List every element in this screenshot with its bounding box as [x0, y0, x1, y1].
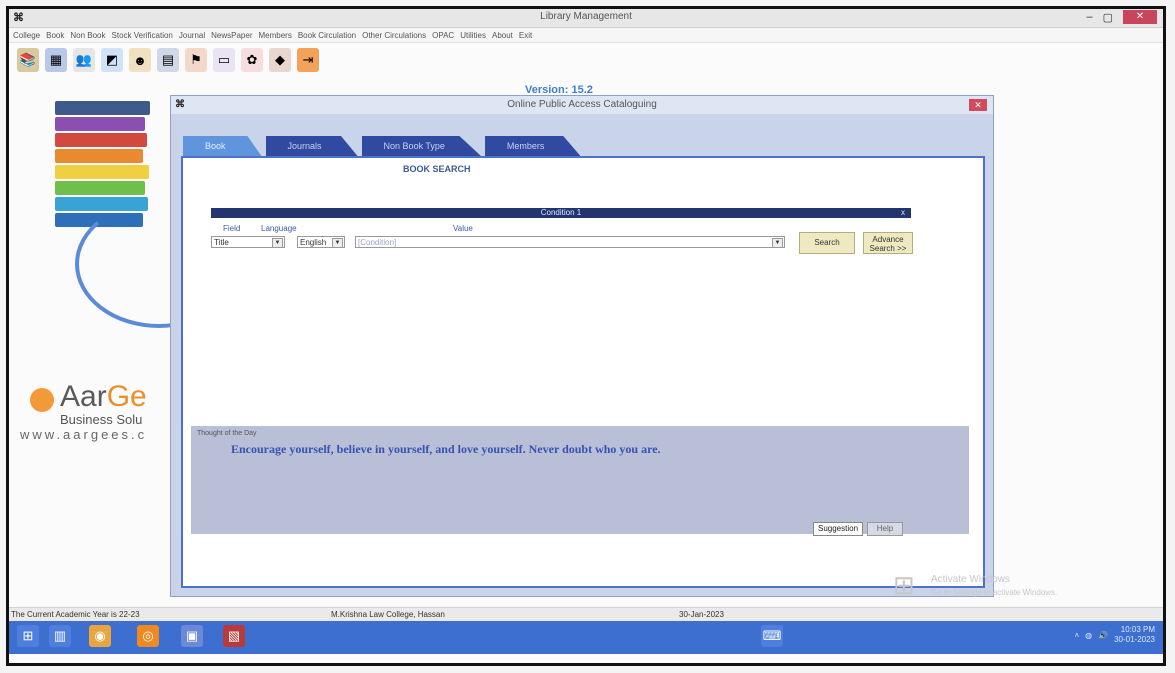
book-search-panel: BOOK SEARCH Condition 1 x Field Language…	[181, 156, 985, 588]
menu-book[interactable]: Book	[46, 31, 64, 40]
suggestion-button[interactable]: Suggestion	[813, 522, 863, 536]
chevron-down-icon[interactable]: ▼	[332, 238, 343, 248]
status-date: 30-Jan-2023	[679, 610, 724, 619]
thought-of-the-day: Thought of the Day Encourage yourself, b…	[191, 426, 969, 536]
journal-icon[interactable]: ◆	[269, 48, 291, 72]
dialog-title: Online Public Access Cataloguing	[507, 99, 657, 110]
dialog-title-bar: ⌘ Online Public Access Cataloguing ✕	[171, 96, 993, 114]
flag-icon[interactable]: ⚑	[185, 48, 207, 72]
condition-label: Condition 1	[540, 208, 582, 217]
tray-date[interactable]: 30-01-2023	[1114, 635, 1155, 645]
help-button[interactable]: Help	[867, 522, 903, 536]
menu-exit[interactable]: Exit	[519, 31, 532, 40]
chart-icon[interactable]: ◩	[101, 48, 123, 72]
value-label: Value	[453, 224, 473, 233]
menu-other-circulations[interactable]: Other Circulations	[362, 31, 426, 40]
user-icon[interactable]: ☻	[129, 48, 151, 72]
tab-members[interactable]: Members	[484, 136, 581, 156]
book-icon[interactable]: 📚	[17, 48, 39, 72]
dialog-app-icon: ⌘	[175, 99, 185, 110]
chevron-down-icon[interactable]: ▼	[272, 238, 283, 248]
menu-opac[interactable]: OPAC	[432, 31, 454, 40]
condition-close-button[interactable]: x	[901, 208, 905, 218]
system-tray: ˄ ◍ 🔊 10:03 PM 30-01-2023	[1074, 625, 1155, 645]
start-button-icon[interactable]: ⊞	[17, 625, 39, 647]
toolbar: 📚 ▦ 👥 ◩ ☻ ▤ ⚑ ▭ ✿ ◆ ⇥	[9, 43, 1163, 77]
tab-journals[interactable]: Journals	[265, 136, 358, 156]
taskbar: ⊞ ▥ ◉ ◎ ▣ ▧ ⌨ ˄ ◍ 🔊 10:03 PM 30-01-2023	[9, 621, 1163, 654]
chrome-icon[interactable]: ◉	[89, 625, 111, 647]
company-logo: AarGe Business Solu www.aargees.c	[20, 380, 147, 442]
search-button[interactable]: Search	[799, 232, 855, 254]
network-icon[interactable]: ◍	[1085, 631, 1092, 640]
menu-stock-verification[interactable]: Stock Verification	[112, 31, 173, 40]
field-select[interactable]: Title ▼	[211, 236, 285, 248]
report-icon[interactable]: ▤	[157, 48, 179, 72]
field-label: Field	[223, 224, 241, 233]
field-select-value: Title	[214, 238, 229, 247]
tab-strip: Book Journals Non Book Type Members	[183, 136, 584, 156]
calendar-icon[interactable]: ▦	[45, 48, 67, 72]
logo-dot	[30, 388, 54, 412]
opac-dialog: ⌘ Online Public Access Cataloguing ✕ Boo…	[170, 95, 994, 597]
tray-time[interactable]: 10:03 PM	[1114, 625, 1155, 635]
language-select-value: English	[300, 238, 327, 247]
value-input[interactable]: [Condition] ▼	[355, 236, 785, 248]
status-college: M.Krishna Law College, Hassan	[331, 610, 445, 619]
menu-college[interactable]: College	[13, 31, 40, 40]
windows-logo-icon: ⊞	[893, 570, 915, 600]
exit-icon[interactable]: ⇥	[297, 48, 319, 72]
language-select[interactable]: English ▼	[297, 236, 345, 248]
watermark-line2: Go to Settings to activate Windows.	[931, 588, 1058, 597]
value-placeholder: [Condition]	[358, 238, 397, 247]
status-academic-year: The Current Academic Year is 22-23	[11, 610, 140, 619]
menu-newspaper[interactable]: NewsPaper	[211, 31, 252, 40]
app-taskbar-icon[interactable]: ▥	[49, 625, 71, 647]
status-bar: The Current Academic Year is 22-23 M.Kri…	[9, 607, 1163, 622]
minimize-button[interactable]: –	[1086, 11, 1092, 23]
thought-text: Encourage yourself, believe in yourself,…	[231, 442, 661, 456]
gift-icon[interactable]: ✿	[241, 48, 263, 72]
menu-bar: College Book Non Book Stock Verification…	[9, 28, 1163, 43]
tab-non-book-type[interactable]: Non Book Type	[361, 136, 481, 156]
window-title: Library Management	[540, 11, 632, 22]
volume-icon[interactable]: 🔊	[1098, 631, 1108, 640]
logo-url: www.aargees.c	[20, 427, 148, 442]
menu-members[interactable]: Members	[259, 31, 292, 40]
pdf-icon[interactable]: ▧	[223, 625, 245, 647]
advance-search-button[interactable]: Advance Search >>	[863, 232, 913, 254]
thought-caption: Thought of the Day	[197, 430, 257, 437]
maximize-button[interactable]: ▢	[1103, 11, 1113, 24]
browser-icon[interactable]: ◎	[137, 625, 159, 647]
members-icon[interactable]: 👥	[73, 48, 95, 72]
chevron-down-icon[interactable]: ▼	[772, 238, 783, 248]
book-search-heading: BOOK SEARCH	[403, 164, 471, 174]
activate-windows-watermark: ⊞ Activate Windows Go to Settings to act…	[893, 570, 1073, 600]
watermark-line1: Activate Windows	[931, 574, 1010, 585]
document-icon[interactable]: ▭	[213, 48, 235, 72]
menu-non-book[interactable]: Non Book	[70, 31, 105, 40]
condition-header: Condition 1 x	[211, 208, 911, 218]
keyboard-icon[interactable]: ⌨	[761, 625, 783, 647]
title-bar: ⌘ Library Management – ▢ ✕	[9, 9, 1163, 28]
menu-journal[interactable]: Journal	[179, 31, 205, 40]
logo-name-accent: Ge	[106, 380, 147, 413]
close-button[interactable]: ✕	[1123, 10, 1157, 24]
menu-book-circulation[interactable]: Book Circulation	[298, 31, 356, 40]
tray-chevron-icon[interactable]: ˄	[1074, 631, 1079, 640]
menu-utilities[interactable]: Utilities	[460, 31, 486, 40]
tab-book[interactable]: Book	[183, 136, 262, 156]
logo-subtitle: Business Solu	[60, 412, 143, 427]
explorer-icon[interactable]: ▣	[181, 625, 203, 647]
language-label: Language	[261, 224, 297, 233]
dialog-close-button[interactable]: ✕	[969, 99, 987, 111]
logo-name: Aar	[60, 380, 107, 413]
menu-about[interactable]: About	[492, 31, 513, 40]
